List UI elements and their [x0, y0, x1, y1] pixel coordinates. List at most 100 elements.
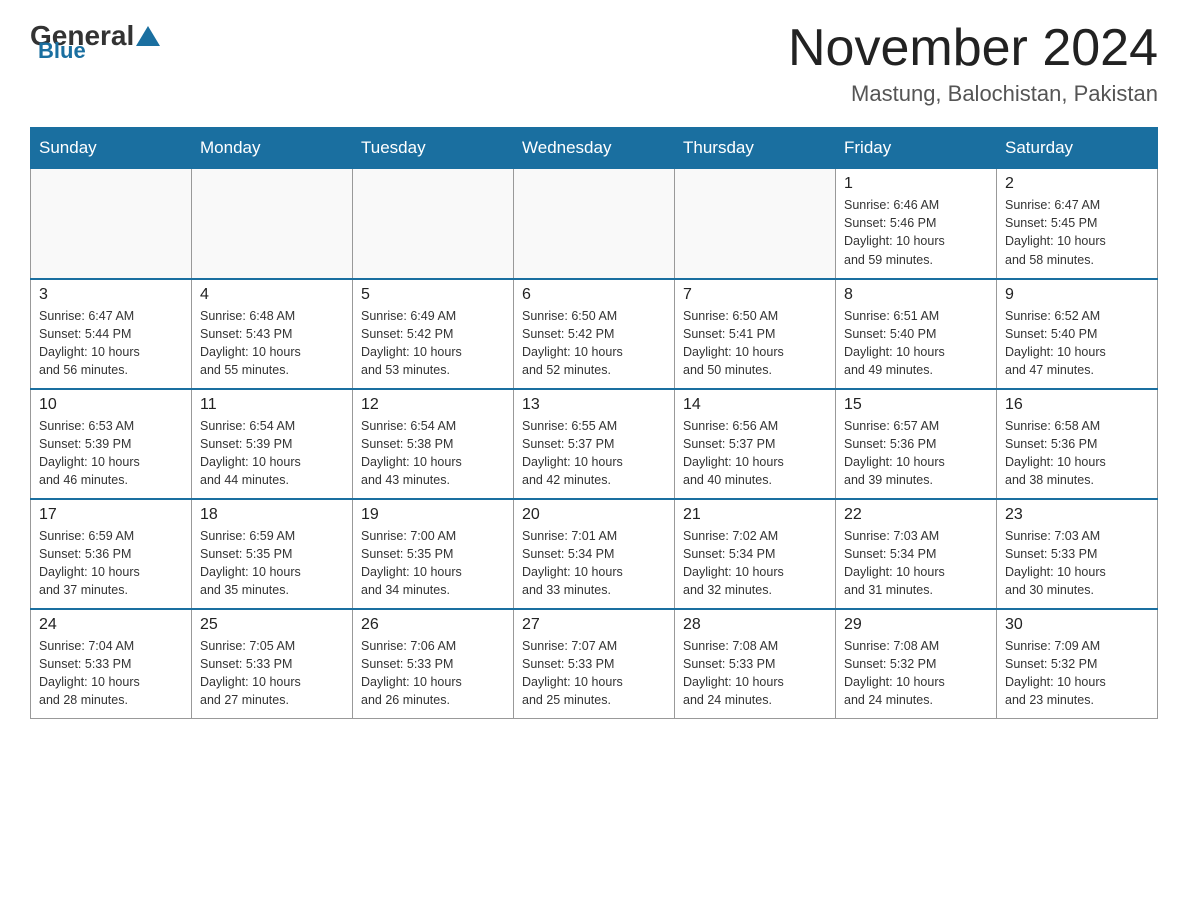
day-info: Sunrise: 6:50 AM Sunset: 5:42 PM Dayligh… — [522, 307, 666, 380]
day-number: 13 — [522, 396, 666, 414]
day-number: 28 — [683, 616, 827, 634]
calendar-week-row: 3Sunrise: 6:47 AM Sunset: 5:44 PM Daylig… — [31, 279, 1158, 389]
calendar-cell: 4 Sunrise: 6:48 AM Sunset: 5:43 PM Daylig… — [192, 279, 353, 389]
day-number: 25 — [200, 616, 344, 634]
day-info: Sunrise: 6:57 AM Sunset: 5:36 PM Dayligh… — [844, 417, 988, 490]
day-number: 24 — [39, 616, 183, 634]
calendar-cell: 8 Sunrise: 6:51 AM Sunset: 5:40 PM Daylig… — [836, 279, 997, 389]
day-number: 27 — [522, 616, 666, 634]
day-number: 22 — [844, 506, 988, 524]
calendar-cell: 17Sunrise: 6:59 AM Sunset: 5:36 PM Dayli… — [31, 499, 192, 609]
day-number: 30 — [1005, 616, 1149, 634]
calendar-cell: 7Sunrise: 6:50 AM Sunset: 5:41 PM Daylig… — [675, 279, 836, 389]
logo-blue-text: Blue — [38, 38, 86, 64]
day-info: Sunrise: 6:49 AM Sunset: 5:42 PM Dayligh… — [361, 307, 505, 380]
day-info: Sunrise: 6:47 AM Sunset: 5:45 PM Dayligh… — [1005, 196, 1149, 269]
calendar-header-wednesday: Wednesday — [514, 128, 675, 169]
day-info: Sunrise: 6:53 AM Sunset: 5:39 PM Dayligh… — [39, 417, 183, 490]
day-info: Sunrise: 7:08 AM Sunset: 5:33 PM Dayligh… — [683, 637, 827, 710]
calendar-header-sunday: Sunday — [31, 128, 192, 169]
day-number: 26 — [361, 616, 505, 634]
month-title: November 2024 — [788, 20, 1158, 77]
calendar-cell — [31, 169, 192, 279]
calendar-cell: 29 Sunrise: 7:08 AM Sunset: 5:32 PM Dayli… — [836, 609, 997, 719]
day-number: 15 — [844, 396, 988, 414]
day-number: 21 — [683, 506, 827, 524]
day-number: 11 — [200, 396, 344, 414]
day-number: 3 — [39, 286, 183, 304]
day-number: 23 — [1005, 506, 1149, 524]
day-number: 20 — [522, 506, 666, 524]
page-header: General Blue November 2024 Mastung, Balo… — [30, 20, 1158, 107]
day-info: Sunrise: 7:00 AM Sunset: 5:35 PM Dayligh… — [361, 527, 505, 600]
calendar-cell: 9 Sunrise: 6:52 AM Sunset: 5:40 PM Daylig… — [997, 279, 1158, 389]
calendar-cell: 27 Sunrise: 7:07 AM Sunset: 5:33 PM Dayli… — [514, 609, 675, 719]
day-info: Sunrise: 7:04 AM Sunset: 5:33 PM Dayligh… — [39, 637, 183, 710]
calendar-header-monday: Monday — [192, 128, 353, 169]
day-number: 14 — [683, 396, 827, 414]
calendar-header-thursday: Thursday — [675, 128, 836, 169]
calendar-cell: 15 Sunrise: 6:57 AM Sunset: 5:36 PM Dayli… — [836, 389, 997, 499]
day-info: Sunrise: 7:06 AM Sunset: 5:33 PM Dayligh… — [361, 637, 505, 710]
calendar-cell: 10 Sunrise: 6:53 AM Sunset: 5:39 PM Dayli… — [31, 389, 192, 499]
day-info: Sunrise: 6:48 AM Sunset: 5:43 PM Dayligh… — [200, 307, 344, 380]
day-info: Sunrise: 6:52 AM Sunset: 5:40 PM Dayligh… — [1005, 307, 1149, 380]
calendar-cell: 20 Sunrise: 7:01 AM Sunset: 5:34 PM Dayli… — [514, 499, 675, 609]
day-number: 6 — [522, 286, 666, 304]
calendar-cell: 26 Sunrise: 7:06 AM Sunset: 5:33 PM Dayli… — [353, 609, 514, 719]
calendar-cell: 22 Sunrise: 7:03 AM Sunset: 5:34 PM Dayli… — [836, 499, 997, 609]
day-info: Sunrise: 6:51 AM Sunset: 5:40 PM Dayligh… — [844, 307, 988, 380]
calendar-cell: 1 Sunrise: 6:46 AM Sunset: 5:46 PM Daylig… — [836, 169, 997, 279]
day-info: Sunrise: 6:59 AM Sunset: 5:36 PM Dayligh… — [39, 527, 183, 600]
day-number: 9 — [1005, 286, 1149, 304]
calendar-cell: 13 Sunrise: 6:55 AM Sunset: 5:37 PM Dayli… — [514, 389, 675, 499]
calendar-header-tuesday: Tuesday — [353, 128, 514, 169]
calendar-cell — [192, 169, 353, 279]
day-number: 18 — [200, 506, 344, 524]
calendar-cell: 19 Sunrise: 7:00 AM Sunset: 5:35 PM Dayli… — [353, 499, 514, 609]
title-section: November 2024 Mastung, Balochistan, Paki… — [788, 20, 1158, 107]
day-info: Sunrise: 6:55 AM Sunset: 5:37 PM Dayligh… — [522, 417, 666, 490]
day-number: 19 — [361, 506, 505, 524]
day-number: 29 — [844, 616, 988, 634]
calendar-cell — [675, 169, 836, 279]
logo-triangle-icon — [136, 26, 160, 46]
day-info: Sunrise: 6:54 AM Sunset: 5:38 PM Dayligh… — [361, 417, 505, 490]
day-info: Sunrise: 6:56 AM Sunset: 5:37 PM Dayligh… — [683, 417, 827, 490]
day-info: Sunrise: 7:05 AM Sunset: 5:33 PM Dayligh… — [200, 637, 344, 710]
calendar-cell: 18 Sunrise: 6:59 AM Sunset: 5:35 PM Dayli… — [192, 499, 353, 609]
calendar-header-friday: Friday — [836, 128, 997, 169]
day-info: Sunrise: 7:03 AM Sunset: 5:34 PM Dayligh… — [844, 527, 988, 600]
day-info: Sunrise: 7:09 AM Sunset: 5:32 PM Dayligh… — [1005, 637, 1149, 710]
day-number: 4 — [200, 286, 344, 304]
day-info: Sunrise: 7:07 AM Sunset: 5:33 PM Dayligh… — [522, 637, 666, 710]
calendar-header-saturday: Saturday — [997, 128, 1158, 169]
day-number: 10 — [39, 396, 183, 414]
day-info: Sunrise: 6:59 AM Sunset: 5:35 PM Dayligh… — [200, 527, 344, 600]
calendar-cell — [514, 169, 675, 279]
calendar-cell: 25 Sunrise: 7:05 AM Sunset: 5:33 PM Dayli… — [192, 609, 353, 719]
day-info: Sunrise: 6:46 AM Sunset: 5:46 PM Dayligh… — [844, 196, 988, 269]
day-info: Sunrise: 6:54 AM Sunset: 5:39 PM Dayligh… — [200, 417, 344, 490]
calendar-table: SundayMondayTuesdayWednesdayThursdayFrid… — [30, 127, 1158, 719]
day-number: 2 — [1005, 175, 1149, 193]
calendar-cell: 30 Sunrise: 7:09 AM Sunset: 5:32 PM Dayli… — [997, 609, 1158, 719]
calendar-cell: 5Sunrise: 6:49 AM Sunset: 5:42 PM Daylig… — [353, 279, 514, 389]
calendar-cell: 28 Sunrise: 7:08 AM Sunset: 5:33 PM Dayli… — [675, 609, 836, 719]
calendar-cell: 14 Sunrise: 6:56 AM Sunset: 5:37 PM Dayli… — [675, 389, 836, 499]
calendar-cell: 23Sunrise: 7:03 AM Sunset: 5:33 PM Dayli… — [997, 499, 1158, 609]
calendar-week-row: 17Sunrise: 6:59 AM Sunset: 5:36 PM Dayli… — [31, 499, 1158, 609]
calendar-cell: 24 Sunrise: 7:04 AM Sunset: 5:33 PM Dayli… — [31, 609, 192, 719]
day-number: 8 — [844, 286, 988, 304]
calendar-cell: 2 Sunrise: 6:47 AM Sunset: 5:45 PM Daylig… — [997, 169, 1158, 279]
calendar-cell: 12Sunrise: 6:54 AM Sunset: 5:38 PM Dayli… — [353, 389, 514, 499]
day-info: Sunrise: 7:02 AM Sunset: 5:34 PM Dayligh… — [683, 527, 827, 600]
day-number: 1 — [844, 175, 988, 193]
day-info: Sunrise: 7:08 AM Sunset: 5:32 PM Dayligh… — [844, 637, 988, 710]
calendar-week-row: 1 Sunrise: 6:46 AM Sunset: 5:46 PM Daylig… — [31, 169, 1158, 279]
calendar-cell: 21 Sunrise: 7:02 AM Sunset: 5:34 PM Dayli… — [675, 499, 836, 609]
day-info: Sunrise: 6:58 AM Sunset: 5:36 PM Dayligh… — [1005, 417, 1149, 490]
day-number: 16 — [1005, 396, 1149, 414]
calendar-header-row: SundayMondayTuesdayWednesdayThursdayFrid… — [31, 128, 1158, 169]
day-info: Sunrise: 7:01 AM Sunset: 5:34 PM Dayligh… — [522, 527, 666, 600]
